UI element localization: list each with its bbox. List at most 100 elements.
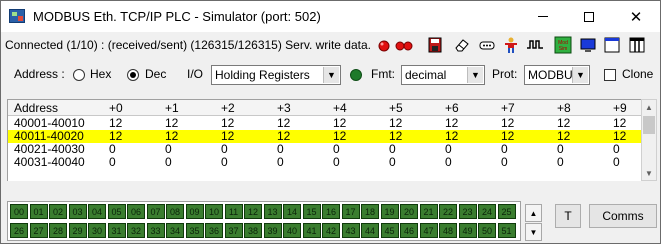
coil-button[interactable]: 41 bbox=[302, 223, 321, 238]
coil-button[interactable]: 31 bbox=[107, 223, 126, 238]
column-header: +2 bbox=[221, 101, 235, 115]
coil-button[interactable]: 25 bbox=[497, 204, 516, 219]
coil-button[interactable]: 43 bbox=[341, 223, 360, 238]
coil-button[interactable]: 17 bbox=[341, 204, 360, 219]
coil-button[interactable]: 26 bbox=[10, 223, 28, 238]
coil-button[interactable]: 23 bbox=[458, 204, 477, 219]
coil-button[interactable]: 01 bbox=[29, 204, 48, 219]
coil-button[interactable]: 24 bbox=[478, 204, 496, 219]
coil-button[interactable]: 36 bbox=[205, 223, 223, 238]
maximize-button[interactable] bbox=[566, 1, 612, 32]
register-value[interactable]: 0 bbox=[557, 156, 564, 169]
coil-button[interactable]: 13 bbox=[263, 204, 282, 219]
coil-button[interactable]: 11 bbox=[224, 204, 243, 219]
waveform-button[interactable] bbox=[525, 35, 545, 55]
coil-button[interactable]: 03 bbox=[68, 204, 87, 219]
red-led-pair-button[interactable] bbox=[394, 35, 414, 55]
coil-button[interactable]: 47 bbox=[419, 223, 438, 238]
coil-button[interactable]: 28 bbox=[49, 223, 67, 238]
register-value[interactable]: 0 bbox=[389, 156, 396, 169]
coil-button[interactable]: 37 bbox=[224, 223, 243, 238]
maximize-icon bbox=[584, 11, 594, 22]
coil-button[interactable]: 29 bbox=[68, 223, 87, 238]
coil-button[interactable]: 08 bbox=[166, 204, 184, 219]
coil-button[interactable]: 48 bbox=[439, 223, 457, 238]
register-value[interactable]: 0 bbox=[109, 156, 116, 169]
red-led-button[interactable] bbox=[374, 35, 394, 55]
coil-scroll-up-button[interactable]: ▲ bbox=[525, 204, 542, 222]
register-grid[interactable]: Address +0 +1 +2 +3 +4 +5 +6 +7 +8 +9 40… bbox=[7, 99, 641, 181]
coil-button[interactable]: 30 bbox=[88, 223, 106, 238]
scroll-up-icon[interactable]: ▲ bbox=[642, 100, 656, 114]
columns-button[interactable] bbox=[627, 35, 647, 55]
io-select[interactable]: Holding Registers ▼ bbox=[211, 65, 341, 85]
coil-button[interactable]: 33 bbox=[146, 223, 165, 238]
coil-button[interactable]: 10 bbox=[205, 204, 223, 219]
coil-button[interactable]: 12 bbox=[244, 204, 262, 219]
connector-button[interactable] bbox=[477, 35, 497, 55]
coil-button[interactable]: 00 bbox=[10, 204, 28, 219]
coil-button[interactable]: 51 bbox=[497, 223, 516, 238]
coil-button[interactable]: 14 bbox=[283, 204, 301, 219]
coil-button[interactable]: 40 bbox=[283, 223, 301, 238]
save-button[interactable] bbox=[425, 35, 445, 55]
grid-scrollbar[interactable]: ▲ ▼ bbox=[641, 99, 657, 181]
register-value[interactable]: 0 bbox=[445, 156, 452, 169]
coil-button[interactable]: 46 bbox=[400, 223, 418, 238]
register-value[interactable]: 0 bbox=[165, 156, 172, 169]
blue-screen-button[interactable] bbox=[578, 35, 598, 55]
table-row[interactable]: 40021-40030 0 0 0 0 0 0 0 0 0 0 bbox=[8, 143, 641, 156]
register-value[interactable]: 0 bbox=[277, 156, 284, 169]
scroll-down-icon[interactable]: ▼ bbox=[642, 166, 656, 180]
coil-button[interactable]: 27 bbox=[29, 223, 48, 238]
close-button[interactable]: ✕ bbox=[613, 1, 659, 32]
coil-button[interactable]: 16 bbox=[322, 204, 340, 219]
coil-button[interactable]: 06 bbox=[127, 204, 145, 219]
coil-button[interactable]: 02 bbox=[49, 204, 67, 219]
clone-label: Clone bbox=[622, 67, 654, 81]
fmt-select[interactable]: decimal ▼ bbox=[401, 65, 485, 85]
coil-button[interactable]: 22 bbox=[439, 204, 457, 219]
coil-button[interactable]: 38 bbox=[244, 223, 262, 238]
register-value[interactable]: 0 bbox=[221, 156, 228, 169]
table-row[interactable]: 40031-40040 0 0 0 0 0 0 0 0 0 0 bbox=[8, 156, 641, 169]
prot-select[interactable]: MODBUS ▼ bbox=[524, 65, 590, 85]
clone-checkbox[interactable] bbox=[604, 69, 616, 81]
table-row[interactable]: 40011-40020 12 12 12 12 12 12 12 12 12 12 bbox=[8, 130, 641, 143]
t-button[interactable]: T bbox=[555, 204, 581, 228]
coil-button[interactable]: 21 bbox=[419, 204, 438, 219]
person-button[interactable] bbox=[501, 35, 521, 55]
eraser-button[interactable] bbox=[452, 35, 472, 55]
coil-button[interactable]: 42 bbox=[322, 223, 340, 238]
coil-button[interactable]: 49 bbox=[458, 223, 477, 238]
minimize-button[interactable] bbox=[520, 1, 566, 32]
mod-sim-button[interactable]: Mod Sim bbox=[553, 35, 573, 55]
table-row[interactable]: 40001-40010 12 12 12 12 12 12 12 12 12 12 bbox=[8, 117, 641, 130]
minimize-icon bbox=[538, 16, 548, 17]
register-value[interactable]: 0 bbox=[333, 156, 340, 169]
coil-button[interactable]: 04 bbox=[88, 204, 106, 219]
coil-button[interactable]: 50 bbox=[478, 223, 496, 238]
coil-button[interactable]: 44 bbox=[361, 223, 379, 238]
hex-radio[interactable] bbox=[73, 69, 85, 81]
coil-button[interactable]: 15 bbox=[302, 204, 321, 219]
coil-button[interactable]: 07 bbox=[146, 204, 165, 219]
coil-scroll-down-button[interactable]: ▼ bbox=[525, 223, 542, 241]
coil-button[interactable]: 19 bbox=[380, 204, 399, 219]
scroll-thumb[interactable] bbox=[643, 116, 655, 134]
coil-button[interactable]: 34 bbox=[166, 223, 184, 238]
coil-button[interactable]: 39 bbox=[263, 223, 282, 238]
coil-button[interactable]: 45 bbox=[380, 223, 399, 238]
coil-button[interactable]: 35 bbox=[185, 223, 204, 238]
comms-button[interactable]: Comms bbox=[589, 204, 657, 228]
coil-button[interactable]: 20 bbox=[400, 204, 418, 219]
coil-panel: 00 01 02 03 04 05 06 07 08 09 10 11 12 13 14 15 16 17 18 19… bbox=[7, 201, 521, 241]
register-value[interactable]: 0 bbox=[501, 156, 508, 169]
register-value[interactable]: 0 bbox=[613, 156, 620, 169]
dec-radio[interactable] bbox=[127, 69, 139, 81]
window-button[interactable] bbox=[602, 35, 622, 55]
coil-button[interactable]: 18 bbox=[361, 204, 379, 219]
coil-button[interactable]: 09 bbox=[185, 204, 204, 219]
coil-button[interactable]: 05 bbox=[107, 204, 126, 219]
coil-button[interactable]: 32 bbox=[127, 223, 145, 238]
